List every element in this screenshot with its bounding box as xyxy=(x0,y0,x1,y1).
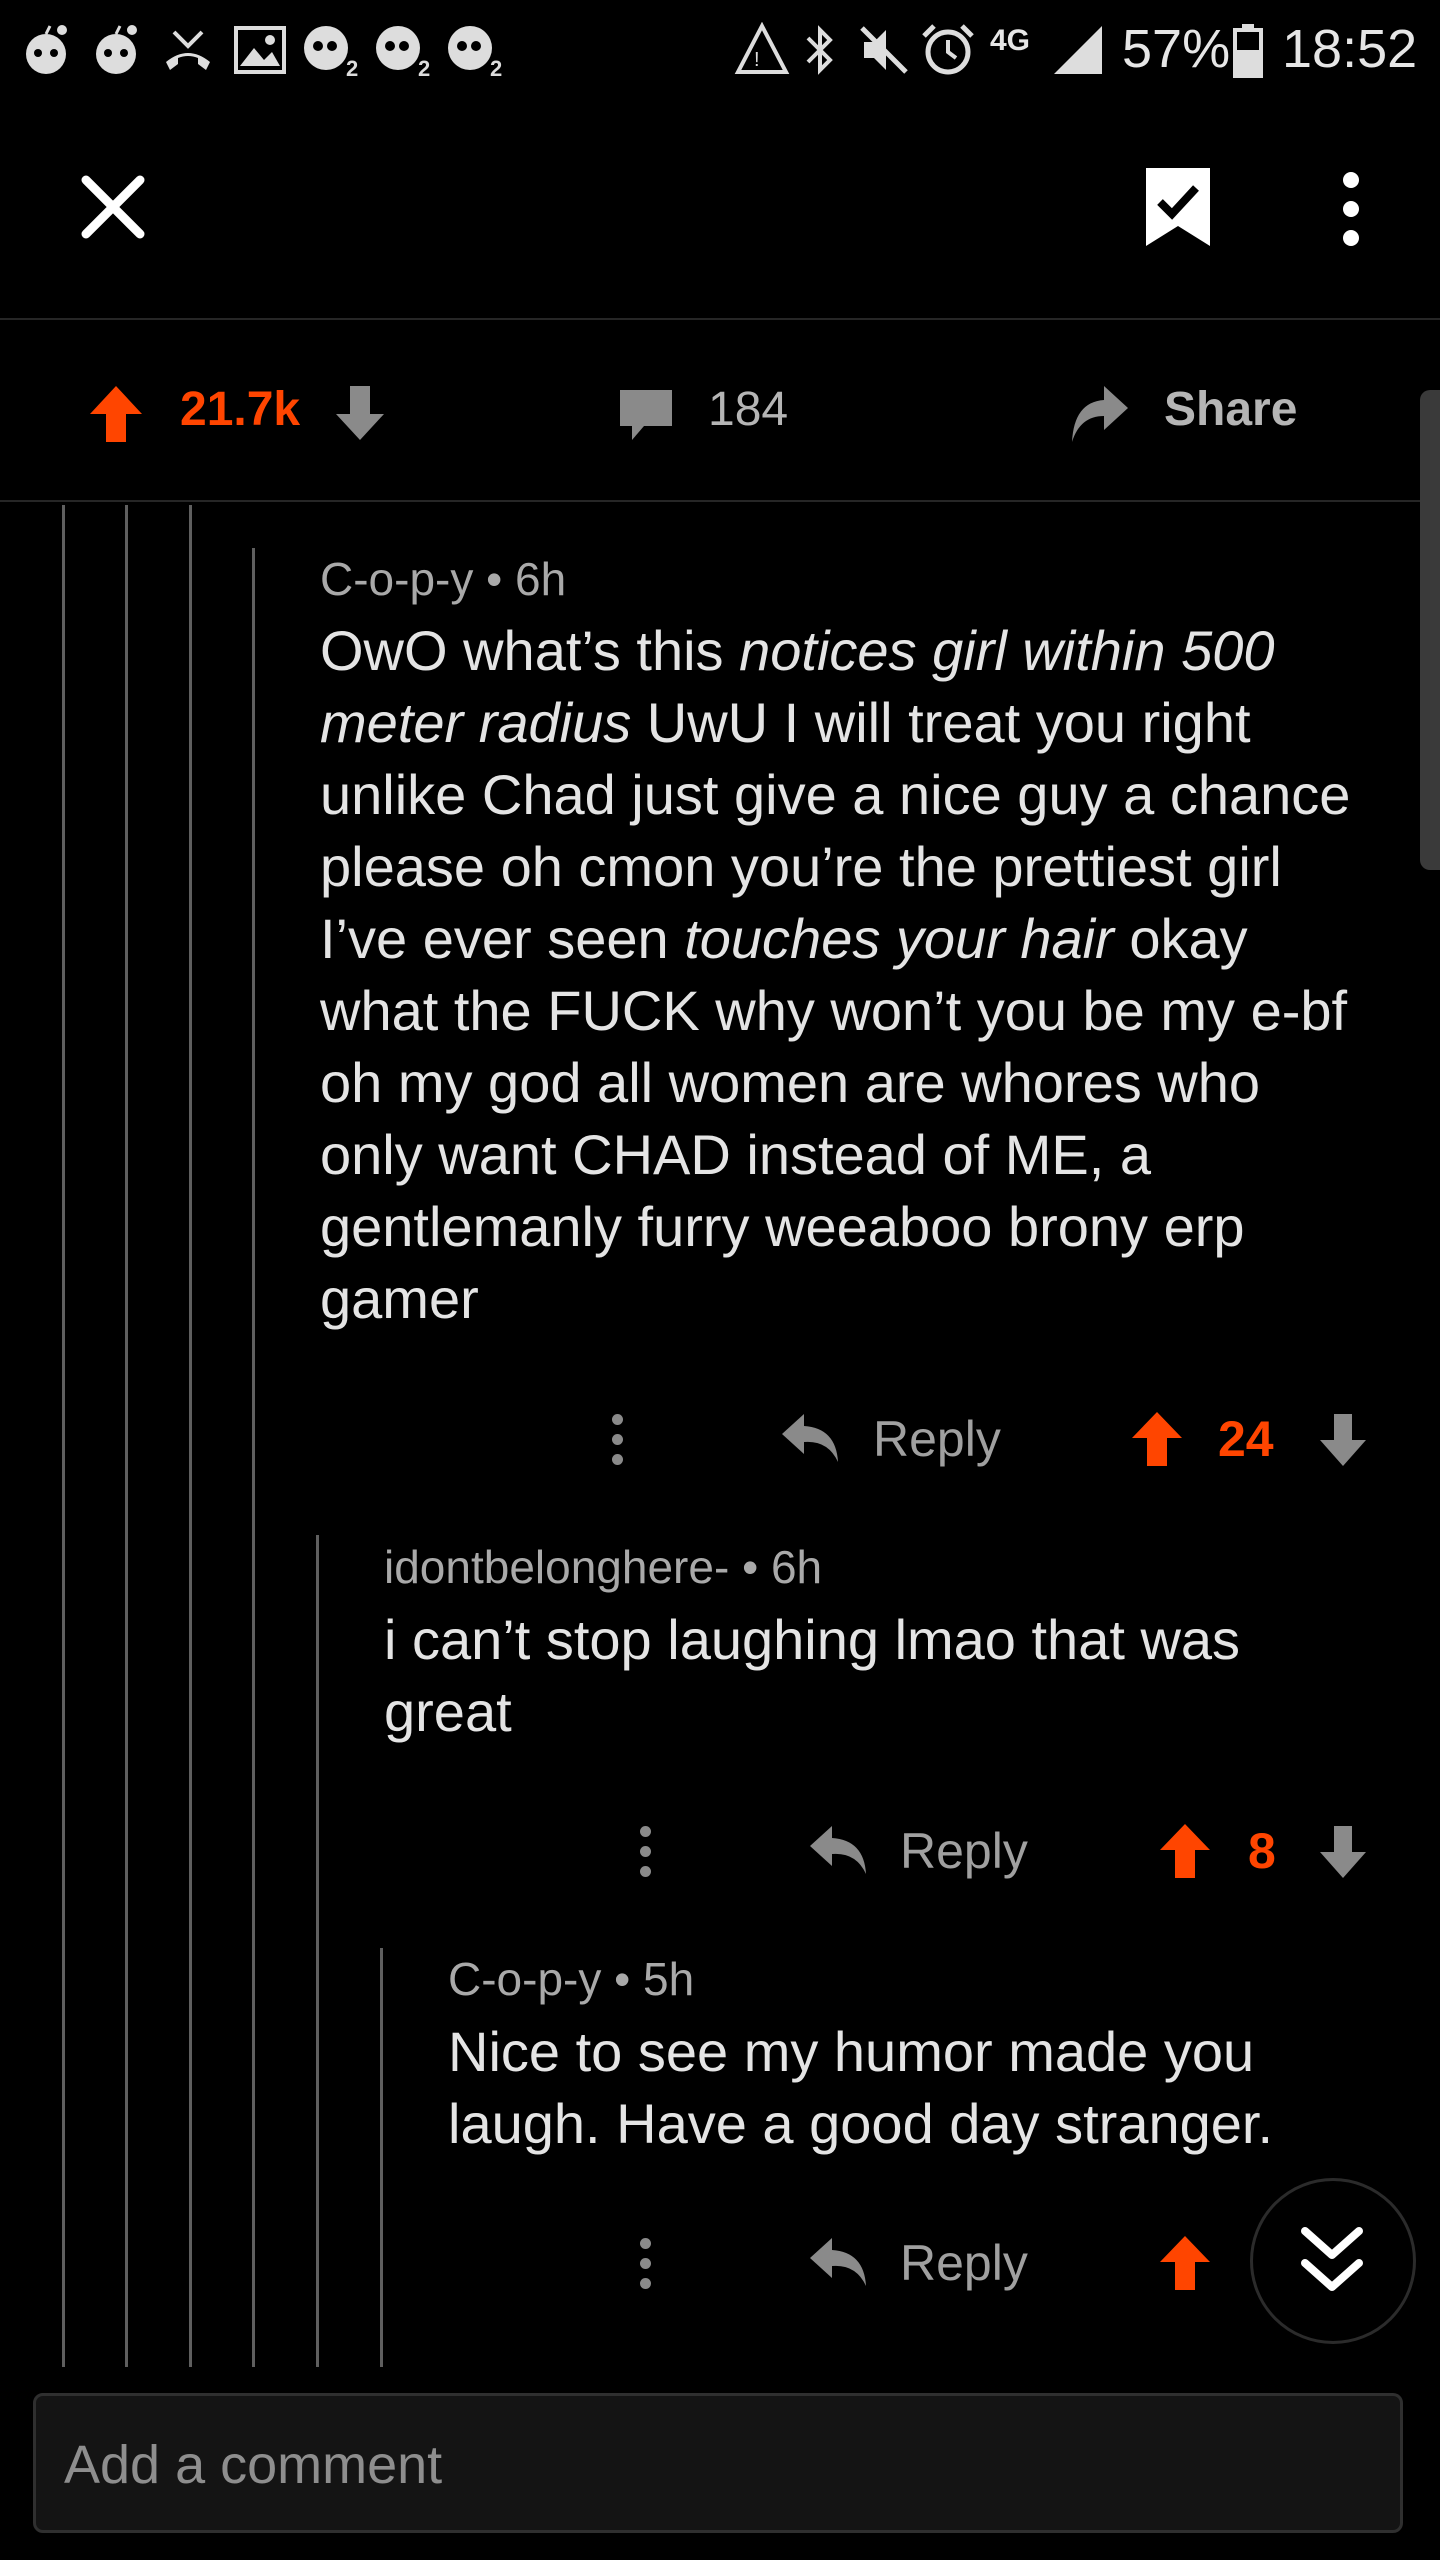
svg-text:!: ! xyxy=(754,49,760,71)
signal-icon xyxy=(1054,26,1102,74)
thread-line xyxy=(62,505,65,2367)
comment-meta: C-o-p-y • 6h xyxy=(320,553,567,605)
comment-text-italic: touches your hair xyxy=(684,907,1114,970)
game-notification-icon: 2 xyxy=(448,26,502,78)
reply-icon[interactable] xyxy=(808,2236,868,2288)
downvote-icon[interactable] xyxy=(334,384,386,442)
comment-score: 24 xyxy=(1218,1411,1274,1467)
svg-text:2: 2 xyxy=(418,56,430,78)
missed-call-icon xyxy=(166,30,210,70)
bluetooth-icon xyxy=(806,25,833,75)
jump-to-next-button[interactable] xyxy=(1250,2178,1416,2344)
comment-text: okay what the FUCK why won’t you be my e… xyxy=(320,907,1348,1330)
chevron-double-down-icon xyxy=(1301,2227,1363,2291)
post-score: 21.7k xyxy=(180,383,301,436)
comment-count[interactable]: 184 xyxy=(708,382,788,437)
downvote-icon[interactable] xyxy=(1318,1412,1368,1468)
thread-line xyxy=(252,548,255,2367)
scrollbar-thumb[interactable] xyxy=(1420,390,1440,870)
battery-percent: 57% xyxy=(1122,19,1231,79)
battery-icon xyxy=(1233,24,1263,78)
status-bar: 2 2 2 ! 4G 57% 18:52 xyxy=(0,0,1440,100)
comment-body: Nice to see my humor made you laugh. Hav… xyxy=(448,2020,1274,2155)
thread-line xyxy=(380,1948,383,2367)
comment-author[interactable]: idontbelonghere- xyxy=(384,1541,729,1593)
thread-line xyxy=(316,1535,319,2367)
share-button[interactable]: Share xyxy=(1164,382,1297,437)
share-icon[interactable] xyxy=(1068,384,1130,444)
comment-age: 6h xyxy=(515,553,567,605)
more-vertical-icon[interactable] xyxy=(612,1414,624,1474)
downvote-icon[interactable] xyxy=(1318,1824,1368,1880)
more-vertical-icon[interactable] xyxy=(1336,170,1366,248)
game-notification-icon: 2 xyxy=(376,26,430,78)
comment-text: OwO what’s this xyxy=(320,619,740,682)
warning-icon: ! xyxy=(734,22,790,74)
reddit-notification-icon xyxy=(26,25,67,74)
bookmark-check-icon[interactable] xyxy=(1142,164,1214,250)
more-vertical-icon[interactable] xyxy=(640,1826,652,1886)
close-icon[interactable] xyxy=(80,174,146,240)
upvote-icon[interactable] xyxy=(1158,2234,1212,2292)
add-comment-field[interactable]: Add a comment xyxy=(33,2393,1403,2533)
svg-text:2: 2 xyxy=(346,56,358,78)
comment-age: 6h xyxy=(770,1541,823,1593)
thread-line xyxy=(125,505,128,2367)
comment-meta: C-o-p-y • 5h xyxy=(448,1953,695,2005)
image-icon xyxy=(234,26,286,74)
comment-icon[interactable] xyxy=(618,386,674,442)
reply-icon[interactable] xyxy=(808,1824,868,1876)
comment-author[interactable]: C-o-p-y xyxy=(320,553,473,605)
game-notification-icon: 2 xyxy=(304,26,358,78)
comment-score: 8 xyxy=(1248,1823,1276,1879)
upvote-icon[interactable] xyxy=(1158,1822,1212,1880)
upvote-icon[interactable] xyxy=(1130,1410,1184,1468)
reply-icon[interactable] xyxy=(780,1412,840,1464)
comment-body: OwO what’s this notices girl within 500 … xyxy=(320,615,1370,1335)
mute-icon xyxy=(860,26,908,74)
network-type: 4G xyxy=(990,24,1031,57)
reddit-notification-icon xyxy=(96,25,137,74)
svg-text:2: 2 xyxy=(490,56,502,78)
comment-meta: idontbelonghere- • 6h xyxy=(384,1541,823,1593)
comment-body: i can’t stop laughing lmao that was grea… xyxy=(384,1608,1241,1743)
reply-button[interactable]: Reply xyxy=(900,1822,1028,1880)
post-action-bar: 21.7k 184 Share xyxy=(0,320,1440,502)
comment-input-placeholder: Add a comment xyxy=(64,2435,443,2495)
thread-line xyxy=(189,505,192,2367)
comment-age: 5h xyxy=(643,1953,695,2005)
alarm-icon xyxy=(922,24,974,75)
reply-button[interactable]: Reply xyxy=(873,1410,1001,1468)
upvote-icon[interactable] xyxy=(88,384,144,444)
top-toolbar xyxy=(0,100,1440,320)
clock: 18:52 xyxy=(1282,19,1418,79)
reply-button[interactable]: Reply xyxy=(900,2234,1028,2292)
comment-author[interactable]: C-o-p-y xyxy=(448,1953,601,2005)
more-vertical-icon[interactable] xyxy=(640,2238,652,2298)
